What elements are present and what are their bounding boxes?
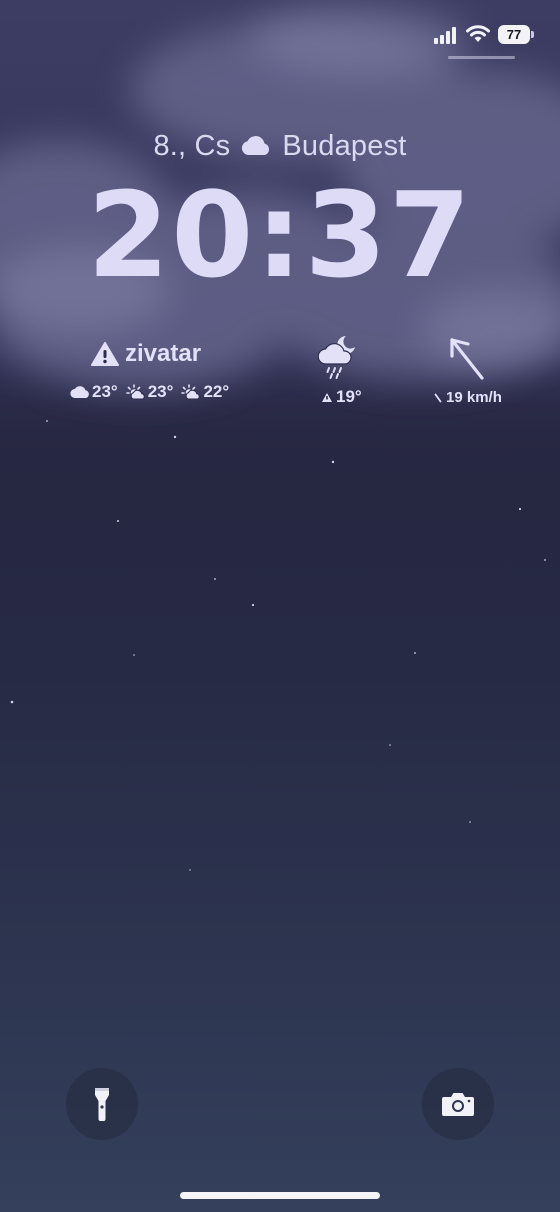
current-weather-widget[interactable]: 19° bbox=[314, 334, 374, 412]
wind-direction-arrow-icon bbox=[450, 338, 484, 380]
forecast-temp: 22° bbox=[203, 382, 230, 401]
forecast-temp: 23° bbox=[92, 382, 118, 401]
forecast-item: 23° bbox=[70, 382, 118, 402]
cloud-icon bbox=[70, 386, 89, 399]
status-bar: 77 bbox=[0, 0, 560, 60]
night-rain-cloud-icon bbox=[317, 336, 355, 379]
battery-cap bbox=[531, 31, 534, 38]
wind-speed-row: 19 km/h bbox=[434, 389, 502, 406]
forecast-item: 23° bbox=[125, 382, 174, 402]
location-text: Budapest bbox=[282, 129, 407, 162]
wind-widget[interactable]: 19 km/h bbox=[434, 334, 504, 414]
forecast-item: 22° bbox=[181, 382, 229, 402]
battery-icon: 77 bbox=[498, 25, 530, 44]
cloud-icon bbox=[242, 136, 270, 155]
wind-needle-icon bbox=[434, 393, 442, 402]
wind-speed: 19 km/h bbox=[446, 389, 502, 406]
status-indicator bbox=[448, 56, 515, 59]
partly-sunny-icon bbox=[125, 384, 145, 400]
forecast-temp: 23° bbox=[147, 382, 174, 401]
cellular-signal-icon bbox=[434, 26, 456, 44]
camera-icon bbox=[442, 1093, 474, 1116]
current-temp: 19° bbox=[336, 387, 362, 406]
current-temp-row: 19° bbox=[321, 387, 362, 407]
forecast-widget[interactable]: zivatar 23° 23° 22° bbox=[66, 338, 246, 408]
weather-alert: zivatar bbox=[91, 340, 201, 368]
lock-screen-clock: 20:37 bbox=[87, 166, 473, 304]
forecast-list: 23° 23° 22° bbox=[70, 382, 229, 402]
home-indicator[interactable] bbox=[180, 1192, 380, 1199]
partly-sunny-icon bbox=[181, 384, 201, 400]
alert-label: zivatar bbox=[125, 340, 202, 367]
date-text: 8., Cs bbox=[153, 129, 231, 162]
flashlight-icon bbox=[95, 1088, 109, 1121]
warning-triangle-icon bbox=[91, 342, 119, 366]
date-location-row[interactable]: 8., Cs Budapest bbox=[0, 126, 560, 166]
flashlight-button[interactable] bbox=[66, 1068, 138, 1140]
low-temp-triangle-icon bbox=[322, 392, 332, 402]
wifi-icon bbox=[466, 25, 490, 42]
camera-button[interactable] bbox=[422, 1068, 494, 1140]
